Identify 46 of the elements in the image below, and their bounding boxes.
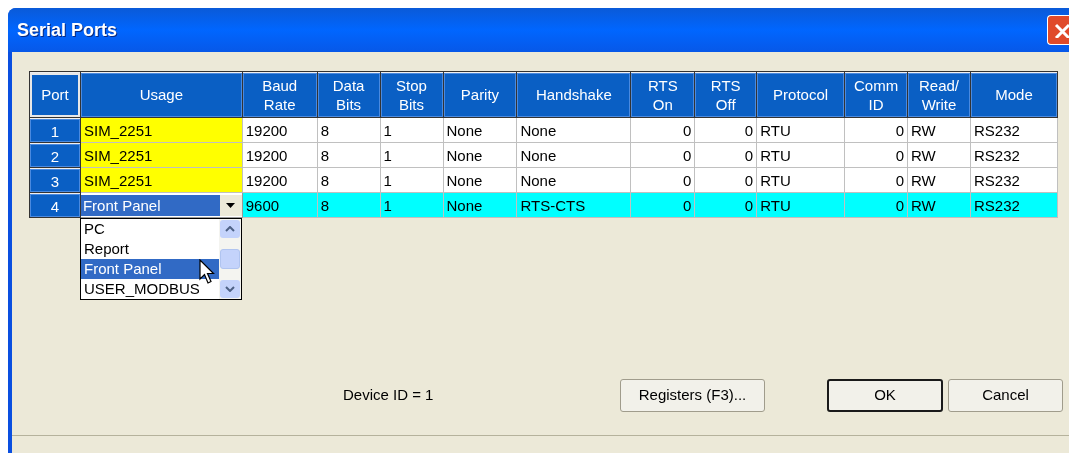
column-header[interactable]: Stop Bits bbox=[380, 72, 443, 117]
device-id-label: Device ID = 1 bbox=[343, 386, 434, 404]
table-cell: SIM_2251 bbox=[80, 167, 243, 193]
table-cell: RS232 bbox=[970, 142, 1058, 168]
table-cell: None bbox=[516, 117, 631, 143]
table-cell: RTU bbox=[756, 117, 845, 143]
column-header[interactable]: Parity bbox=[443, 72, 517, 117]
column-header[interactable]: RTS Off bbox=[695, 72, 757, 117]
column-header[interactable]: Protocol bbox=[757, 72, 845, 117]
row-header[interactable]: 4 bbox=[30, 193, 80, 217]
column-header[interactable]: Baud Rate bbox=[242, 72, 317, 117]
column-header[interactable]: Comm ID bbox=[845, 72, 908, 117]
dropdown-item[interactable]: Front Panel bbox=[81, 259, 219, 279]
row-header[interactable]: 3 bbox=[30, 168, 80, 192]
scrollbar[interactable] bbox=[219, 219, 241, 299]
row-header[interactable]: 2 bbox=[30, 143, 80, 167]
table-cell: SIM_2251 bbox=[80, 117, 243, 143]
scroll-thumb[interactable] bbox=[220, 249, 240, 269]
column-header[interactable]: Handshake bbox=[517, 72, 631, 117]
row-header[interactable]: 1 bbox=[30, 118, 80, 142]
table-cell: None bbox=[516, 167, 631, 193]
column-header[interactable]: Mode bbox=[971, 72, 1057, 117]
close-button[interactable] bbox=[1047, 15, 1069, 45]
scroll-down-icon[interactable] bbox=[220, 280, 240, 298]
table-cell: RS232 bbox=[970, 167, 1058, 193]
table-cell: SIM_2251 bbox=[80, 142, 243, 168]
table-cell: RTU bbox=[756, 142, 845, 168]
cancel-button[interactable]: Cancel bbox=[948, 379, 1063, 412]
table-cell: None bbox=[516, 142, 631, 168]
column-header[interactable]: Port bbox=[30, 72, 80, 117]
scroll-up-icon[interactable] bbox=[220, 220, 240, 238]
ok-button[interactable]: OK bbox=[827, 379, 943, 412]
column-header[interactable]: Read/ Write bbox=[908, 72, 970, 117]
usage-combo-box[interactable]: Front Panel bbox=[80, 193, 242, 217]
table-cell: RS232 bbox=[970, 117, 1058, 143]
column-header[interactable]: Usage bbox=[80, 72, 242, 117]
close-icon bbox=[1053, 22, 1069, 38]
column-header[interactable]: RTS On bbox=[631, 72, 695, 117]
registers-button[interactable]: Registers (F3)... bbox=[620, 379, 765, 412]
column-header[interactable]: Data Bits bbox=[317, 72, 380, 117]
table-cell: RS232 bbox=[970, 192, 1058, 218]
table-cell: RTU bbox=[756, 167, 845, 193]
mouse-pointer-icon bbox=[199, 259, 215, 285]
table-cell: RTS-CTS bbox=[516, 192, 631, 218]
window-title: Serial Ports bbox=[17, 18, 118, 42]
table-cell: RTU bbox=[756, 192, 845, 218]
